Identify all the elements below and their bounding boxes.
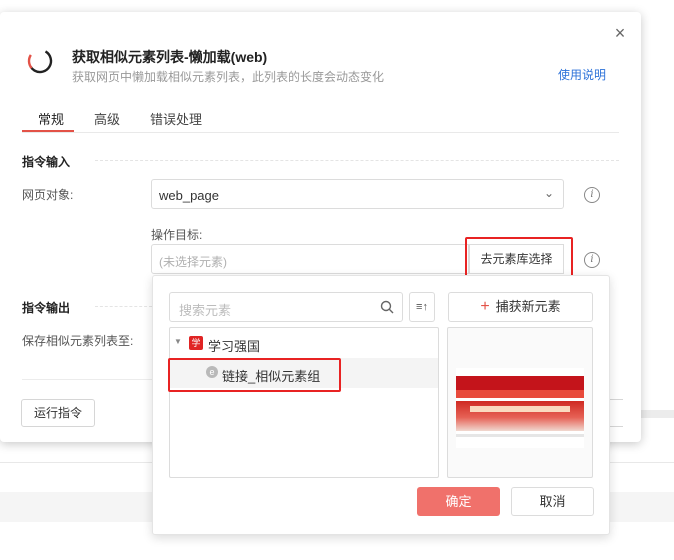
search-icon[interactable] <box>380 300 394 314</box>
preview-nav <box>456 390 584 398</box>
tree-node-site[interactable]: ▼ 学 学习强国 <box>170 328 438 358</box>
web-object-value: web_page <box>159 188 219 203</box>
confirm-button[interactable]: 确定 <box>417 487 500 516</box>
dialog-subtitle: 获取网页中懒加载相似元素列表，此列表的长度会动态变化 <box>72 70 385 84</box>
capture-new-element-button[interactable]: + 捕获新元素 <box>448 292 593 322</box>
input-section-title: 指令输入 <box>22 155 71 169</box>
tab-general[interactable]: 常规 <box>38 109 64 128</box>
element-tree: ▼ 学 学习强国 e 链接_相似元素组 <box>169 327 439 478</box>
expand-caret-icon[interactable]: ▼ <box>174 337 182 346</box>
site-favicon-icon: 学 <box>189 336 203 350</box>
loading-spinner-icon <box>27 48 53 74</box>
help-link[interactable]: 使用说明 <box>558 66 606 83</box>
web-object-select[interactable]: web_page ⌄ <box>151 179 564 209</box>
highlight-box <box>465 237 573 277</box>
cancel-button[interactable]: 取消 <box>511 487 594 516</box>
preview-content-strip <box>456 434 584 437</box>
save-list-label: 保存相似元素列表至: <box>22 334 134 348</box>
tab-divider <box>22 132 619 133</box>
element-picker-popup: 搜索元素 ≡↑ + 捕获新元素 ▼ 学 学习强国 e 链接_相似元素组 确定 取消 <box>152 275 610 535</box>
highlight-box <box>168 358 341 392</box>
info-icon[interactable]: i <box>584 252 600 268</box>
element-search-input[interactable]: 搜索元素 <box>169 292 403 322</box>
info-icon[interactable]: i <box>584 187 600 203</box>
element-preview <box>447 327 593 478</box>
sort-icon[interactable]: ≡↑ <box>409 292 435 322</box>
search-placeholder: 搜索元素 <box>179 303 232 318</box>
preview-banner-text <box>470 406 570 412</box>
web-object-label: 网页对象: <box>22 188 74 202</box>
chevron-down-icon: ⌄ <box>543 186 554 200</box>
preview-header <box>456 376 584 390</box>
section-divider <box>95 160 619 161</box>
tree-node-label: 学习强国 <box>208 339 261 354</box>
target-placeholder: (未选择元素) <box>159 255 227 269</box>
target-element-input[interactable]: (未选择元素) <box>151 244 469 274</box>
tab-advanced[interactable]: 高级 <box>94 109 120 128</box>
close-icon[interactable]: × <box>612 24 628 42</box>
footer-divider <box>22 379 152 380</box>
plus-icon: + <box>480 298 490 315</box>
dialog-title: 获取相似元素列表-懒加载(web) <box>72 49 268 65</box>
target-label: 操作目标: <box>151 228 203 242</box>
section-divider <box>95 306 152 307</box>
tab-error-handling[interactable]: 错误处理 <box>150 109 202 128</box>
run-command-button[interactable]: 运行指令 <box>21 399 95 427</box>
output-section-title: 指令输出 <box>22 301 71 315</box>
capture-button-label: 捕获新元素 <box>495 299 561 314</box>
